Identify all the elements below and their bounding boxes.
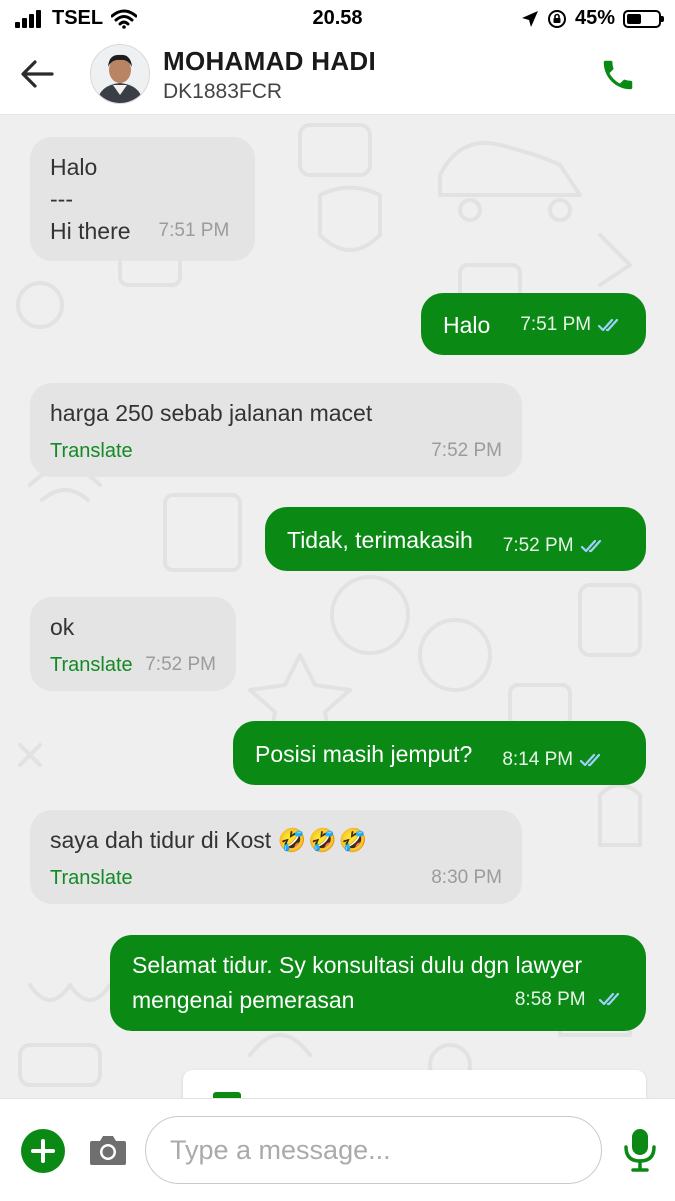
message-incoming[interactable]: harga 250 sebab jalanan macet Translate …	[30, 383, 522, 477]
message-last-line: mengenai pemerasan 8:58 PM	[132, 981, 624, 1016]
driver-photo	[91, 45, 149, 103]
avatar[interactable]	[90, 44, 150, 104]
rotation-lock-icon	[547, 9, 566, 28]
message-text: Posisi masih jemput?	[255, 740, 473, 767]
message-text: harga 250 sebab jalanan macet	[50, 400, 373, 426]
message-text-line: Selamat tidur. Sy konsultasi dulu dgn la…	[132, 952, 583, 978]
message-outgoing[interactable]: Tidak, terimakasih 7:52 PM	[265, 507, 646, 571]
read-ticks-icon	[580, 539, 601, 552]
message-text-line: ---	[50, 186, 73, 212]
message-input[interactable]	[145, 1116, 602, 1184]
message-text-line: Hi there	[50, 218, 131, 244]
chat-header: MOHAMAD HADI DK1883FCR	[0, 36, 675, 115]
message-time: 7:52 PM	[145, 654, 216, 675]
status-bar: TSEL 20.58 45%	[0, 0, 675, 36]
battery-percent: 45%	[574, 7, 615, 29]
message-time: 7:51 PM	[520, 313, 592, 335]
message-time: 8:58 PM	[514, 989, 586, 1010]
message-text: saya dah tidur di Kost	[50, 827, 272, 853]
message-composer	[0, 1098, 675, 1201]
message-outgoing[interactable]: Posisi masih jemput? 8:14 PM	[233, 721, 646, 785]
message-last-line: Hi there 7:51 PM	[50, 215, 235, 247]
read-ticks-icon	[579, 753, 601, 766]
read-ticks-icon	[597, 318, 619, 331]
location-arrow-icon	[521, 10, 538, 27]
message-time: 8:14 PM	[502, 748, 574, 770]
camera-button[interactable]	[88, 1133, 128, 1167]
message-time: 7:52 PM	[502, 534, 574, 556]
message-text-line: Halo	[50, 154, 98, 180]
translate-link[interactable]: Translate	[50, 862, 133, 894]
message-text: Tidak, terimakasih	[287, 526, 473, 553]
message-incoming[interactable]: ok Translate 7:52 PM	[30, 597, 236, 691]
status-right: 45%	[521, 7, 664, 30]
message-outgoing[interactable]: Selamat tidur. Sy konsultasi dulu dgn la…	[110, 935, 646, 1031]
add-attachment-button[interactable]	[21, 1129, 65, 1173]
plus-icon	[31, 1139, 55, 1163]
laughing-emoji: 🤣🤣🤣	[277, 827, 370, 853]
battery-icon	[623, 9, 664, 28]
message-time: 7:52 PM	[431, 440, 502, 461]
message-footer: Translate 7:52 PM	[50, 435, 502, 467]
message-time: 7:51 PM	[158, 220, 230, 241]
message-text-line: mengenai pemerasan	[132, 987, 355, 1013]
message-outgoing[interactable]: Halo 7:51 PM	[421, 293, 646, 355]
message-text: Halo	[443, 311, 491, 338]
message-footer: Translate 7:52 PM	[50, 649, 216, 681]
back-arrow-icon	[21, 60, 54, 88]
message-footer: Translate 8:30 PM	[50, 862, 502, 894]
read-ticks-icon	[598, 992, 620, 1006]
message-text-row: saya dah tidur di Kost 🤣🤣🤣	[50, 824, 502, 856]
call-button[interactable]	[599, 56, 637, 94]
plate-number: DK1883FCR	[163, 80, 283, 103]
message-time: 8:30 PM	[431, 867, 502, 888]
microphone-icon	[624, 1129, 656, 1172]
message-incoming[interactable]: Halo --- Hi there 7:51 PM	[30, 137, 255, 261]
chat-area[interactable]: Halo --- Hi there 7:51 PM Halo 7:51 PM h…	[0, 115, 675, 1098]
message-incoming[interactable]: saya dah tidur di Kost 🤣🤣🤣 Translate 8:3…	[30, 810, 522, 904]
message-text: ok	[50, 614, 75, 640]
phone-icon	[603, 60, 633, 90]
translate-link[interactable]: Translate	[50, 435, 133, 467]
translate-link[interactable]: Translate	[50, 649, 133, 681]
contact-name: MOHAMAD HADI	[163, 46, 377, 76]
back-button[interactable]	[18, 56, 58, 92]
message-meta: 8:58 PM	[515, 981, 624, 1016]
camera-icon	[90, 1136, 126, 1165]
battery-level	[627, 13, 641, 24]
voice-message-button[interactable]	[622, 1127, 658, 1173]
partial-card	[183, 1070, 646, 1098]
